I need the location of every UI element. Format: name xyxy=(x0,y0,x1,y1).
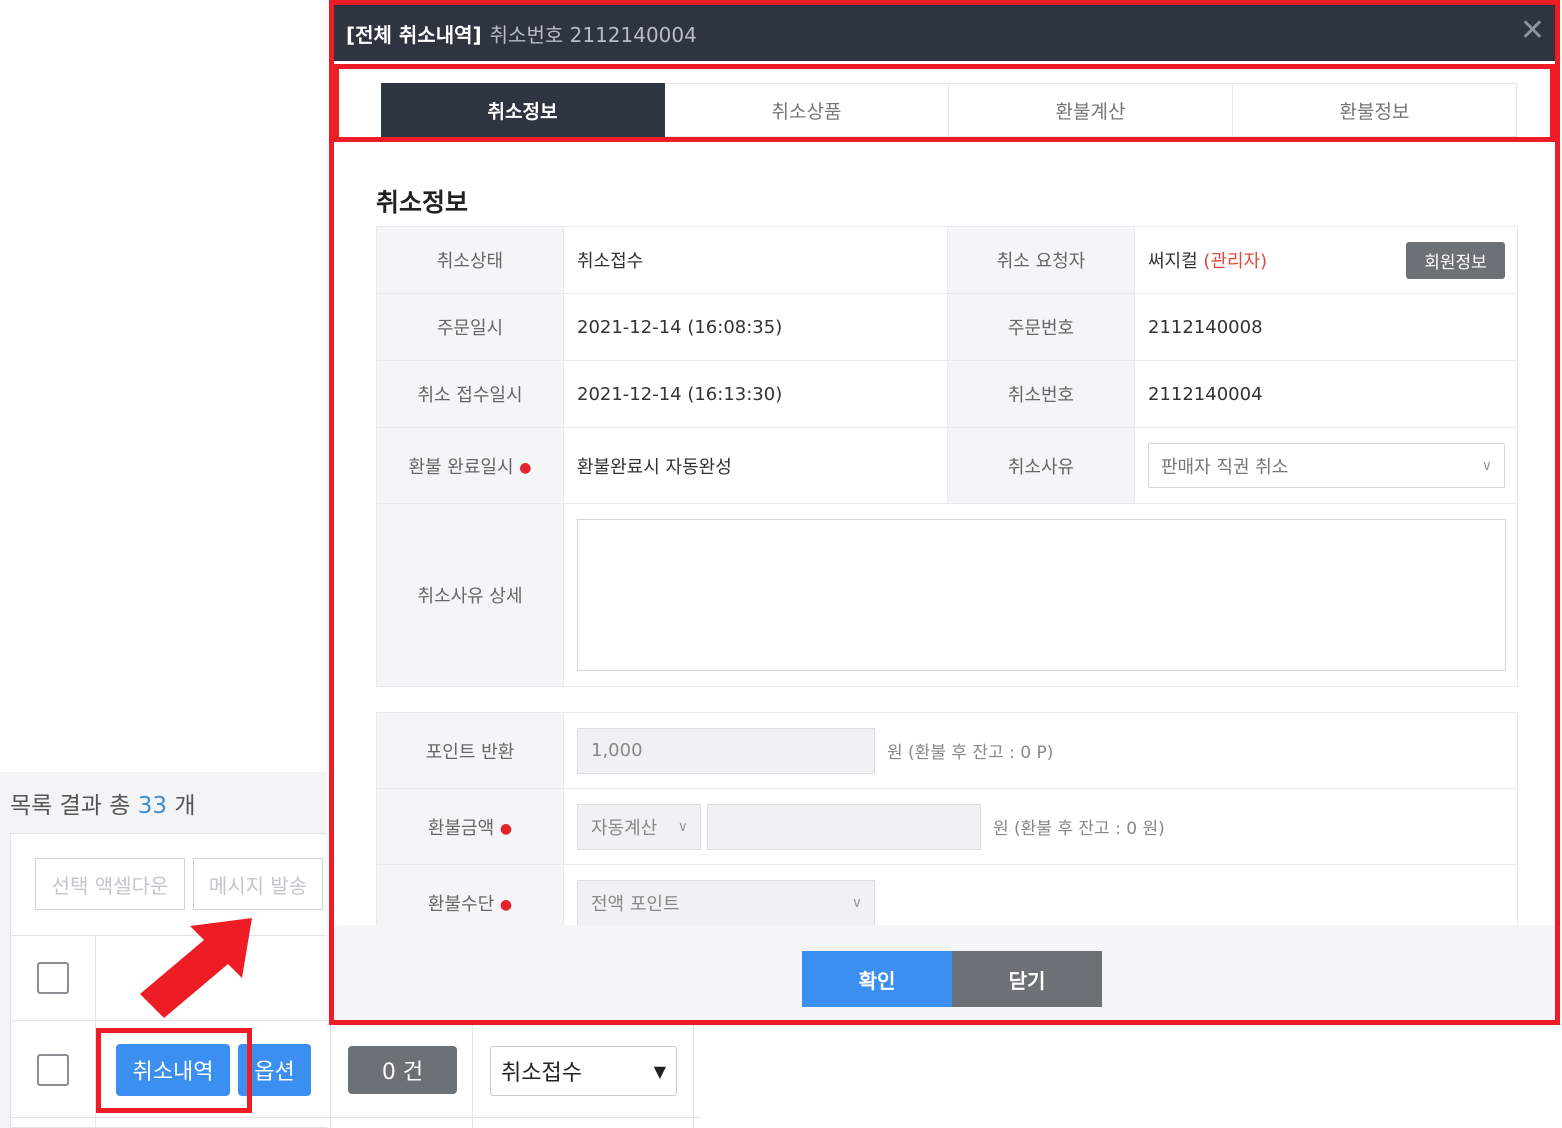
divider xyxy=(472,1020,473,1128)
result-count-number: 33 xyxy=(137,793,168,819)
cancel-date-label: 취소 접수일시 xyxy=(376,360,564,428)
tab-cancel-products[interactable]: 취소상품 xyxy=(665,83,949,137)
send-message-button[interactable]: 메시지 발송 xyxy=(193,858,323,910)
reason-cell: 판매자 직권 취소 ∨ xyxy=(1134,427,1518,504)
reason-detail-cell xyxy=(563,503,1518,687)
divider xyxy=(10,1117,700,1118)
refund-done-value: 환불완료시 자동완성 xyxy=(563,427,948,504)
requester-cell: 써지컬 (관리자) 회원정보 xyxy=(1134,226,1518,294)
required-dot-icon: ● xyxy=(519,459,532,476)
requester-label: 취소 요청자 xyxy=(947,226,1135,294)
member-info-button[interactable]: 회원정보 xyxy=(1406,241,1505,279)
status-select-value: 취소접수 xyxy=(501,1061,582,1086)
cancel-date-value: 2021-12-14 (16:13:30) xyxy=(563,360,948,428)
order-no-value: 2112140008 xyxy=(1134,293,1518,361)
reason-label: 취소사유 xyxy=(947,427,1135,504)
modal-header: [전체 취소내역] 취소번호 2112140004 ✕ xyxy=(334,5,1555,61)
select-all-checkbox[interactable] xyxy=(37,962,69,994)
chevron-down-icon: ▼ xyxy=(653,1061,666,1081)
required-dot-icon: ● xyxy=(499,896,513,913)
refund-done-label-cell: 환불 완료일시 ● xyxy=(376,427,564,504)
tab-refund-info[interactable]: 환불정보 xyxy=(1233,83,1517,137)
result-suffix: 개 xyxy=(174,793,196,819)
count-badge: 0 건 xyxy=(348,1046,457,1094)
refund-amount-input[interactable] xyxy=(707,803,981,850)
close-icon[interactable]: ✕ xyxy=(1520,13,1545,48)
point-return-input[interactable]: 1,000 xyxy=(577,727,875,774)
divider xyxy=(330,1020,331,1128)
order-date-label: 주문일시 xyxy=(376,293,564,361)
refund-table: 포인트 반환 1,000 원 (환불 후 잔고 : 0 P) 환불금액 ● 자동… xyxy=(376,712,1518,941)
point-return-note: 원 (환불 후 잔고 : 0 P) xyxy=(887,743,1054,763)
refund-done-label: 환불 완료일시 xyxy=(408,456,514,478)
reason-select-value: 판매자 직권 취소 xyxy=(1161,456,1289,478)
reason-detail-label: 취소사유 상세 xyxy=(376,503,564,687)
point-return-label: 포인트 반환 xyxy=(376,712,564,789)
tab-refund-calc[interactable]: 환불계산 xyxy=(949,83,1233,137)
chevron-down-icon: ∨ xyxy=(677,818,688,835)
modal-subtitle: 취소번호 2112140004 xyxy=(489,22,697,47)
tab-bar: 취소정보 취소상품 환불계산 환불정보 xyxy=(381,83,1517,137)
refund-amount-mode-select[interactable]: 자동계산 ∨ xyxy=(577,803,701,850)
point-return-cell: 1,000 원 (환불 후 잔고 : 0 P) xyxy=(563,712,1518,789)
refund-amount-mode-value: 자동계산 xyxy=(591,817,658,839)
result-count: 목록 결과 총 33 개 xyxy=(10,786,196,820)
reason-detail-textarea[interactable] xyxy=(577,519,1506,671)
tab-bar-highlight: 취소정보 취소상품 환불계산 환불정보 xyxy=(334,64,1555,142)
refund-amount-label-cell: 환불금액 ● xyxy=(376,788,564,865)
confirm-button[interactable]: 확인 xyxy=(802,951,952,1007)
cancel-history-modal: [전체 취소내역] 취소번호 2112140004 ✕ 취소정보 취소상품 환불… xyxy=(329,0,1560,1025)
status-select[interactable]: 취소접수 ▼ xyxy=(490,1046,677,1096)
refund-method-label: 환불수단 xyxy=(427,893,495,915)
required-dot-icon: ● xyxy=(499,820,513,837)
section-title: 취소정보 xyxy=(376,188,469,217)
order-date-value: 2021-12-14 (16:08:35) xyxy=(563,293,948,361)
cancel-no-label: 취소번호 xyxy=(947,360,1135,428)
chevron-down-icon: ∨ xyxy=(1481,457,1492,474)
order-no-label: 주문번호 xyxy=(947,293,1135,361)
row-checkbox[interactable] xyxy=(37,1054,69,1086)
refund-amount-note: 원 (환불 후 잔고 : 0 원) xyxy=(993,819,1165,839)
cancel-no-value: 2112140004 xyxy=(1134,360,1518,428)
cancel-info-table: 취소상태 취소접수 취소 요청자 써지컬 (관리자) 회원정보 주문일시 202… xyxy=(376,226,1518,687)
cancel-status-value: 취소접수 xyxy=(563,226,948,294)
refund-method-value: 전액 포인트 xyxy=(591,893,680,915)
requester-role: (관리자) xyxy=(1203,251,1268,272)
reason-select[interactable]: 판매자 직권 취소 ∨ xyxy=(1148,443,1505,488)
refund-method-select[interactable]: 전액 포인트 ∨ xyxy=(577,879,875,926)
close-button[interactable]: 닫기 xyxy=(952,951,1102,1007)
modal-title: [전체 취소내역] xyxy=(346,22,482,47)
refund-amount-cell: 자동계산 ∨ 원 (환불 후 잔고 : 0 원) xyxy=(563,788,1518,865)
requester-value: 써지컬 xyxy=(1148,251,1198,272)
divider xyxy=(693,1020,694,1128)
tab-cancel-info[interactable]: 취소정보 xyxy=(381,83,665,137)
highlight-box xyxy=(96,1028,252,1113)
refund-amount-label: 환불금액 xyxy=(427,817,495,839)
pointer-arrow-icon xyxy=(140,918,252,1018)
chevron-down-icon: ∨ xyxy=(851,894,862,911)
cancel-status-label: 취소상태 xyxy=(376,226,564,294)
result-prefix: 목록 결과 총 xyxy=(10,793,131,819)
excel-download-button[interactable]: 선택 액셀다운 xyxy=(35,858,185,910)
